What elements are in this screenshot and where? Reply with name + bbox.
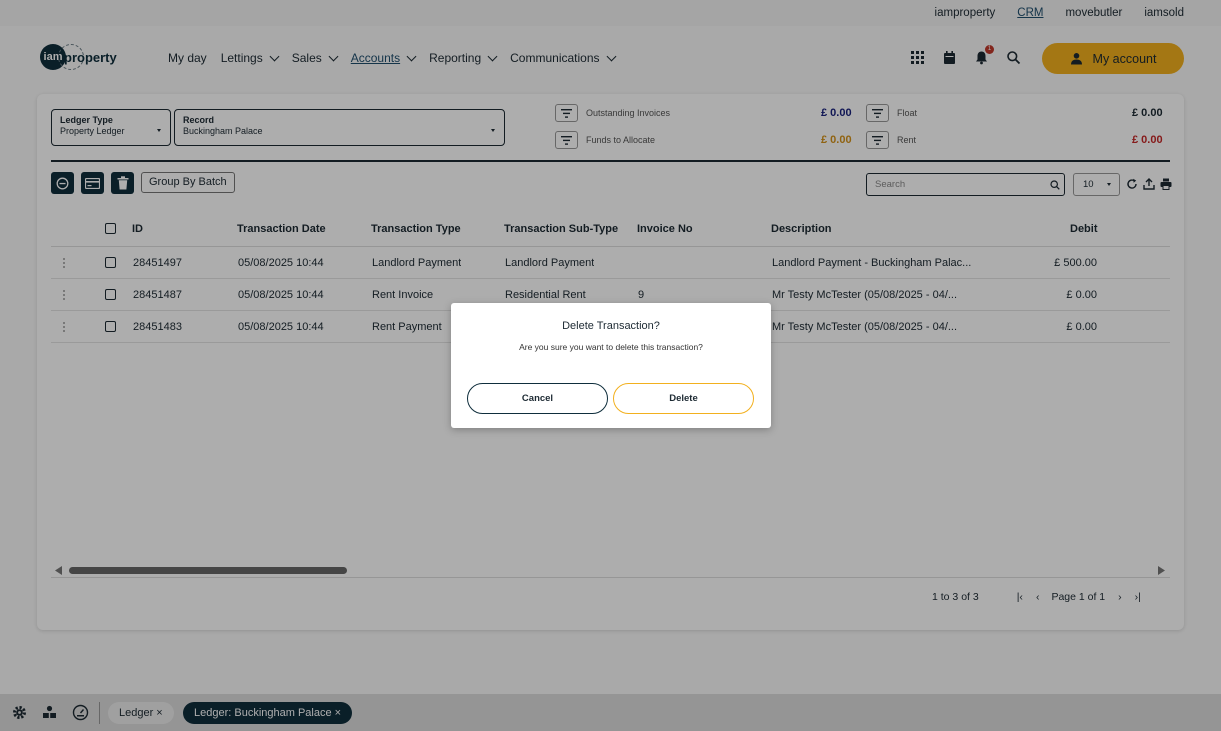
cancel-button[interactable]: Cancel xyxy=(467,383,608,414)
delete-transaction-dialog: Delete Transaction? Are you sure you wan… xyxy=(451,303,771,428)
dialog-message: Are you sure you want to delete this tra… xyxy=(519,342,703,352)
confirm-delete-button[interactable]: Delete xyxy=(613,383,754,414)
dialog-title: Delete Transaction? xyxy=(562,320,660,332)
